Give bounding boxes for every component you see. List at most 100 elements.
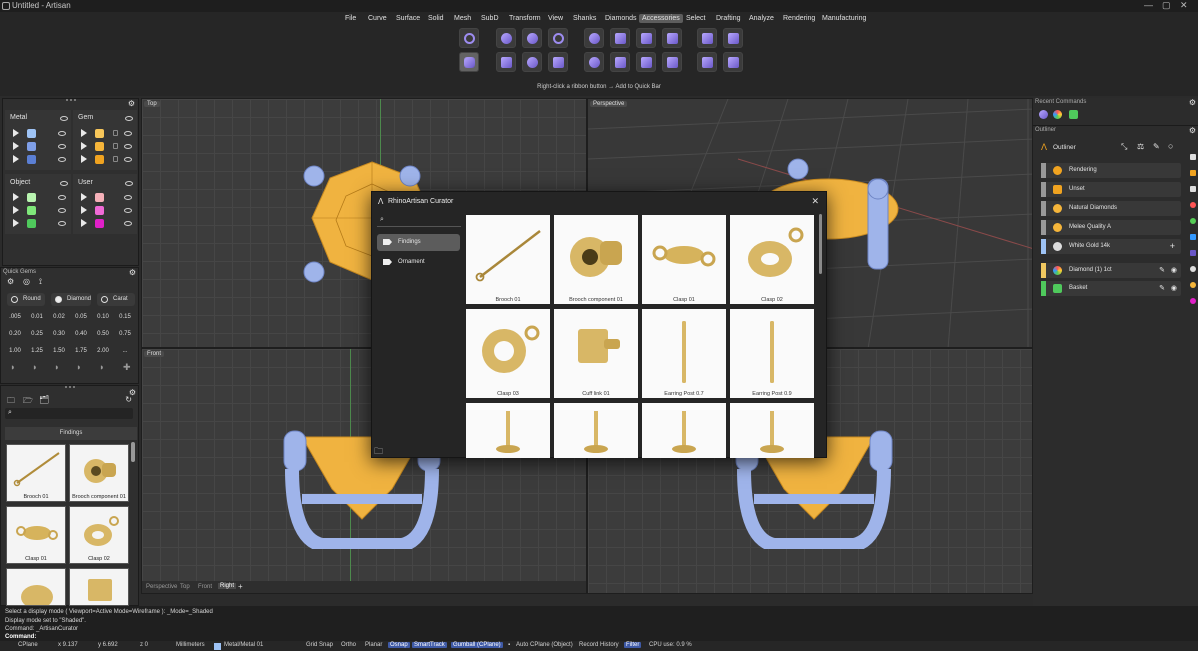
menu-analyze[interactable]: Analyze — [746, 14, 777, 23]
pick-icon[interactable]: ⤡ — [1121, 142, 1127, 152]
ribbon-clasp-button[interactable] — [584, 52, 604, 72]
target-icon[interactable]: ◎ — [23, 277, 30, 286]
edit-icon[interactable]: ✎ — [1159, 263, 1165, 278]
eye-icon[interactable] — [124, 221, 132, 226]
tool-icon[interactable] — [1190, 282, 1196, 288]
gem-size-cell[interactable]: 2.00 — [93, 344, 113, 358]
gem-size-cell[interactable]: 0.20 — [5, 327, 25, 341]
panel-grip[interactable] — [64, 386, 75, 389]
curator-card[interactable]: Clasp 01 — [642, 215, 726, 304]
gem-size-cell[interactable]: 0.25 — [27, 327, 47, 341]
eye-icon[interactable] — [124, 131, 132, 136]
planar-toggle[interactable]: Planar — [365, 642, 382, 648]
command-prompt[interactable]: Command: — [5, 634, 36, 640]
expand-icon[interactable] — [13, 155, 19, 163]
layer-swatch[interactable] — [27, 206, 36, 215]
lock-icon[interactable] — [113, 143, 118, 149]
finding-card[interactable]: Brooch component 01 — [69, 444, 129, 502]
eye-icon[interactable] — [124, 208, 132, 213]
round-button[interactable]: Round — [7, 293, 45, 306]
outliner-row[interactable]: Natural Diamonds — [1041, 201, 1181, 216]
tool-icon[interactable] — [1190, 266, 1196, 272]
layer-swatch[interactable] — [27, 129, 36, 138]
gem-shape-icon[interactable]: ◗ — [10, 362, 15, 372]
outliner-object-row[interactable]: Diamond (1) 1ct ◉ ✎ — [1041, 263, 1181, 278]
eye-icon[interactable] — [60, 116, 68, 121]
layer-swatch[interactable] — [27, 155, 36, 164]
layer-swatch[interactable] — [95, 206, 104, 215]
tool-icon[interactable] — [1190, 218, 1196, 224]
gem-add-icon[interactable]: ✚ — [123, 362, 131, 373]
curator-card[interactable]: Clasp 02 — [730, 215, 814, 304]
viewport-title-top[interactable]: Top — [144, 101, 160, 107]
viewport-title-front[interactable]: Front — [144, 351, 165, 357]
eye-icon[interactable] — [58, 221, 66, 226]
ribbon-prism-button[interactable] — [697, 28, 717, 48]
gem-shape-icon[interactable]: ◗ — [54, 362, 59, 372]
basket-icon[interactable] — [1069, 110, 1078, 119]
eye-icon[interactable] — [125, 116, 133, 121]
ribbon-ring-button[interactable] — [459, 28, 479, 48]
eye-icon[interactable] — [58, 208, 66, 213]
folder-open-icon[interactable]: 🗁 — [23, 395, 33, 409]
folder-icon[interactable]: 🗀 — [7, 395, 15, 409]
outliner-row[interactable]: Rendering — [1041, 163, 1181, 178]
gem-size-cell[interactable]: 0.40 — [71, 327, 91, 341]
eye-icon[interactable]: ◉ — [1171, 263, 1177, 278]
ribbon-hook-button[interactable] — [584, 28, 604, 48]
settings-icon[interactable]: ⚙ — [1189, 98, 1196, 107]
gem-size-cell[interactable]: 0.05 — [71, 310, 91, 324]
gem-size-cell[interactable]: 0.50 — [93, 327, 113, 341]
tool-icon[interactable] — [1190, 154, 1196, 160]
curator-card[interactable] — [730, 403, 814, 458]
curator-card[interactable] — [554, 403, 638, 458]
gem-size-cell[interactable]: 1.00 — [5, 344, 25, 358]
menu-mesh[interactable]: Mesh — [451, 14, 474, 23]
curator-card[interactable] — [466, 403, 550, 458]
curator-card[interactable]: Earring Post 0.9 — [730, 309, 814, 398]
outliner-row[interactable]: Unset — [1041, 182, 1181, 197]
curator-card[interactable] — [642, 403, 726, 458]
expand-icon[interactable] — [13, 142, 19, 150]
tab-right[interactable]: Right — [218, 583, 237, 589]
tab-front[interactable]: Front — [198, 584, 212, 590]
gem-shape-icon[interactable]: ◗ — [32, 362, 37, 372]
tool-icon[interactable] — [1190, 170, 1196, 176]
units-label[interactable]: Millimeters — [176, 642, 205, 648]
eye-icon[interactable] — [60, 181, 68, 186]
expand-icon[interactable] — [13, 129, 19, 137]
menu-solid[interactable]: Solid — [425, 14, 447, 23]
category-ornament[interactable]: Ornament — [377, 254, 460, 271]
finding-card[interactable]: Clasp 01 — [6, 506, 66, 564]
settings-icon[interactable]: ⚙ — [1189, 126, 1196, 135]
expand-icon[interactable] — [81, 193, 87, 201]
layer-swatch[interactable] — [27, 193, 36, 202]
rendering-icon[interactable] — [1053, 110, 1062, 119]
ribbon-grid-button[interactable] — [697, 52, 717, 72]
lock-icon[interactable] — [113, 156, 118, 162]
findings-scrollbar[interactable] — [131, 442, 135, 462]
finding-card[interactable]: Clasp 02 — [69, 506, 129, 564]
gear-icon[interactable]: ⚙ — [7, 277, 14, 286]
gem-size-cell[interactable]: 0.01 — [27, 310, 47, 324]
layer-swatch[interactable] — [95, 155, 104, 164]
layer-swatch[interactable] — [95, 129, 104, 138]
eye-icon[interactable] — [58, 195, 66, 200]
findings-search-input[interactable]: ⌕ — [5, 408, 133, 419]
tool-icon[interactable] — [1190, 234, 1196, 240]
lock-icon[interactable] — [113, 130, 118, 136]
finding-card[interactable]: Brooch 01 — [6, 444, 66, 502]
circle-icon[interactable]: ○ — [1168, 141, 1173, 151]
cplane-label[interactable]: CPlane — [18, 642, 38, 648]
expand-icon[interactable] — [81, 155, 87, 163]
expand-icon[interactable] — [81, 206, 87, 214]
gem-size-cell[interactable]: 0.75 — [115, 327, 135, 341]
recent-command-icon[interactable] — [1039, 110, 1048, 119]
gem-size-cell[interactable]: 0.10 — [93, 310, 113, 324]
ribbon-feather-button[interactable] — [610, 28, 630, 48]
menu-curve[interactable]: Curve — [365, 14, 390, 23]
curator-search-input[interactable]: ⌕ — [377, 216, 461, 227]
gem-size-cell[interactable]: 1.75 — [71, 344, 91, 358]
tab-perspective[interactable]: Perspective — [146, 584, 177, 590]
ribbon-chain2-button[interactable] — [662, 28, 682, 48]
